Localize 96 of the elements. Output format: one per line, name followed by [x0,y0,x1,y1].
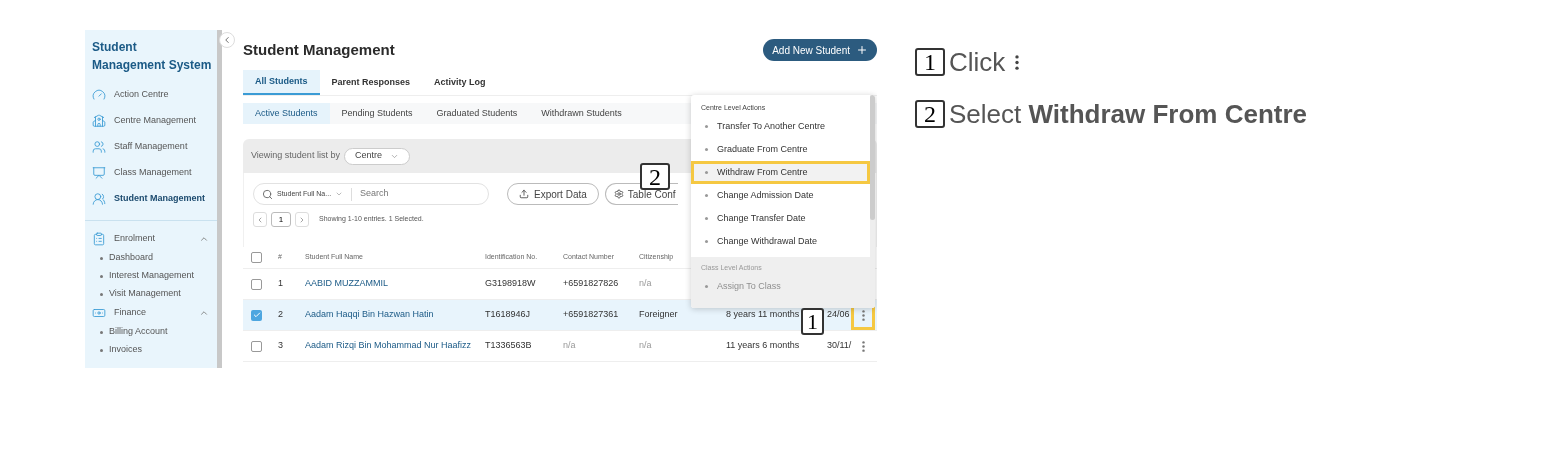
scrollbar-thumb[interactable] [870,95,875,220]
step-number-badge: 2 [915,100,945,128]
nav-icon [92,88,106,102]
bullet-icon [705,171,708,174]
plus-icon [856,44,868,56]
tab[interactable]: Parent Responses [319,70,423,95]
bullet-icon [705,217,708,220]
caret-icon [335,190,344,198]
sub-tab[interactable]: Graduated Students [424,103,530,124]
bullet-icon [100,292,103,296]
instruction-text: Select Withdraw From Centre [949,97,1308,131]
filter-dropdown[interactable]: Centre [343,147,410,165]
student-name-link[interactable]: Aadam Haqqi Bin Hazwan Hatin [305,308,434,322]
table-cell: n/a [563,339,576,353]
nav-icon [92,306,106,320]
student-name-link[interactable]: AABID MUZZAMMIL [305,277,388,291]
nav-item[interactable]: Staff Management [92,134,213,160]
table-cell: +6591827361 [563,308,619,322]
chevron-up-icon [199,308,209,318]
upload-icon [519,189,529,199]
table-cell: G3198918W [485,277,536,291]
table-cell: 30/11/ [827,339,852,353]
table-cell: n/a [639,339,652,353]
instruction-text: Click [949,45,1006,79]
menu-item[interactable]: Transfer To Another Centre [691,115,870,138]
bullet-icon [705,240,708,243]
nav-item[interactable]: Centre Management [92,108,213,134]
page-title: Student Management [243,39,395,60]
menu-item[interactable]: Graduate From Centre [691,138,870,161]
table-cell: T1336563B [485,339,532,353]
table-cell: Foreigner [639,308,678,322]
table-cell: 1 [278,277,283,291]
student-name-link[interactable]: Aadam Rizqi Bin Mohammad Nur Haafizz [305,339,472,353]
step-number-badge: 1 [915,48,945,76]
menu-item[interactable]: Change Withdrawal Date [691,230,870,253]
nav-subitem[interactable]: Invoices [92,341,213,359]
table-cell: n/a [639,277,652,291]
nav-icon [92,166,106,180]
nav-item[interactable]: Class Management [92,160,213,186]
more-options-icon [861,340,865,352]
tab[interactable]: All Students [243,70,320,95]
table-cell: 3 [278,339,283,353]
bullet-icon [705,125,708,128]
chevron-left-icon [256,215,264,224]
previous-page-button[interactable] [253,212,267,227]
nav-item[interactable]: Student Management [92,186,213,212]
page-number[interactable]: 1 [271,212,291,227]
bullet-icon [100,256,103,260]
nav-subitem[interactable]: Billing Account [92,323,213,341]
nav-icon [92,140,106,154]
bullet-icon [705,148,708,151]
table-cell: 2 [278,308,283,322]
bullet-icon [100,274,103,278]
menu-item[interactable]: Change Transfer Date [691,207,870,230]
chevron-right-icon [298,215,306,224]
nav-icon [92,114,106,128]
bullet-icon [705,194,708,197]
filter-label: Viewing student list by [251,149,340,163]
tab[interactable]: Activity Log [422,70,498,95]
step-number-badge: 2 [640,163,670,190]
sub-tab[interactable]: Pending Students [329,103,425,124]
nav-icon [92,232,106,246]
table-cell: 11 years 6 months [726,339,800,353]
nav-section[interactable]: Finance [92,303,213,323]
row-checkbox[interactable] [251,278,262,290]
table-cell: 24/06 [827,308,850,322]
nav-section[interactable]: Enrolment [92,229,213,249]
next-page-button[interactable] [295,212,309,227]
nav-subitem[interactable]: Interest Management [92,267,213,285]
more-options-icon [861,309,865,321]
sub-tab[interactable]: Withdrawn Students [529,103,634,124]
row-checkbox[interactable] [251,309,262,321]
table-cell: T1618946J [485,308,531,322]
nav-subitem[interactable]: Visit Management [92,285,213,303]
nav-item[interactable]: Action Centre [92,82,213,108]
more-options-icon [1015,54,1020,70]
table-cell: +6591827826 [563,277,619,291]
bullet-icon [100,330,103,334]
menu-item[interactable]: Change Admission Date [691,184,870,207]
nav-icon [92,192,106,206]
table-cell: 8 years 11 months [726,308,800,322]
step-number-badge: 1 [801,308,824,335]
sub-tab[interactable]: Active Students [243,103,330,124]
bullet-icon [705,285,708,288]
chevron-left-icon [222,35,232,45]
menu-item[interactable]: Withdraw From Centre [691,161,870,184]
chevron-up-icon [199,234,209,244]
select-all-checkbox[interactable] [251,252,262,263]
nav-subitem[interactable]: Dashboard [92,249,213,267]
collapse-button[interactable] [219,32,235,48]
settings-icon [613,189,624,199]
search-icon [262,188,273,200]
bullet-icon [100,348,103,352]
add-student-button[interactable]: Add New Student [763,39,877,61]
row-checkbox[interactable] [251,340,262,352]
app-title: Student Management System [92,39,213,74]
